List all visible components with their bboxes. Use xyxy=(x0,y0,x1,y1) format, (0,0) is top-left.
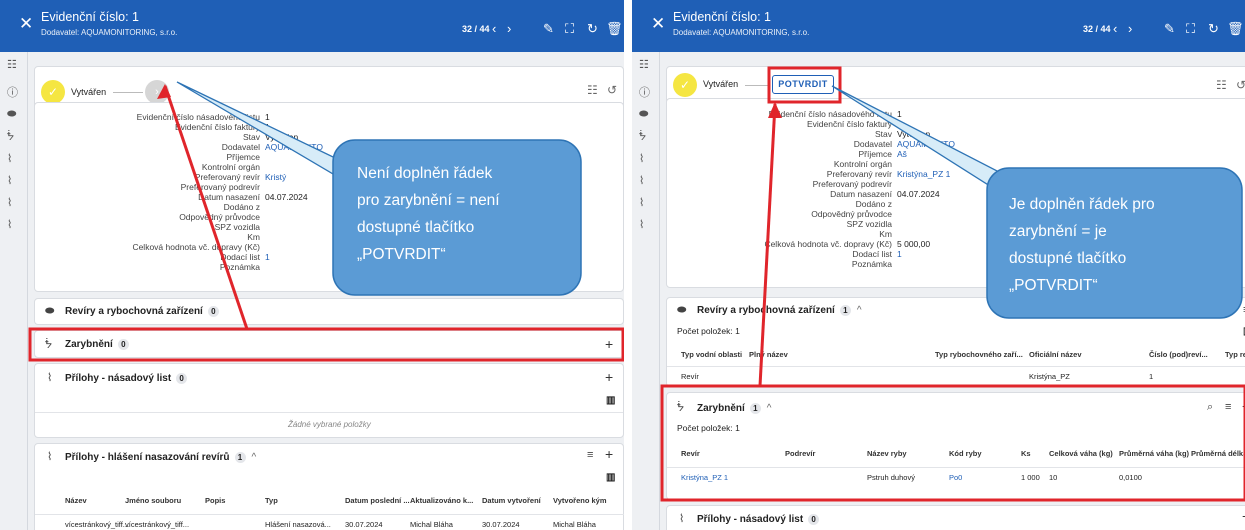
callout-text: Není doplněn řádek pro zarybnění = není … xyxy=(357,160,500,268)
callout-tail xyxy=(176,81,358,182)
zarybneni-highlight xyxy=(660,384,1245,502)
callout-line: dostupné tlačítko xyxy=(357,219,475,236)
potvrdit-highlight xyxy=(767,66,842,104)
arrowhead xyxy=(157,84,171,99)
pointer-arrow xyxy=(163,85,249,330)
pointer-arrow xyxy=(758,103,777,387)
left-screenshot-panel: ✕ Evidenční číslo: 1 Dodavatel: AQUAMONI… xyxy=(0,0,624,530)
callout-line: pro zarybnění = není xyxy=(357,192,500,209)
callout-line: dostupné tlačítko xyxy=(1009,250,1127,267)
callout-line: Není doplněn řádek xyxy=(357,165,493,182)
arrowhead xyxy=(768,102,782,118)
callout-line: zarybnění = je xyxy=(1009,223,1107,240)
right-screenshot-panel: ✕ Evidenční číslo: 1 Dodavatel: AQUAMONI… xyxy=(632,0,1245,530)
callout-line: „POTVRDIT“ xyxy=(1009,277,1098,294)
callout-tail xyxy=(831,85,1005,187)
callout-text: Je doplněn řádek pro zarybnění = je dost… xyxy=(1009,191,1155,299)
callout-line: „POTVRDIT“ xyxy=(357,246,446,263)
annotation-overlay xyxy=(28,81,624,362)
zarybneni-highlight xyxy=(28,327,624,362)
callout-line: Je doplněn řádek pro xyxy=(1009,196,1155,213)
